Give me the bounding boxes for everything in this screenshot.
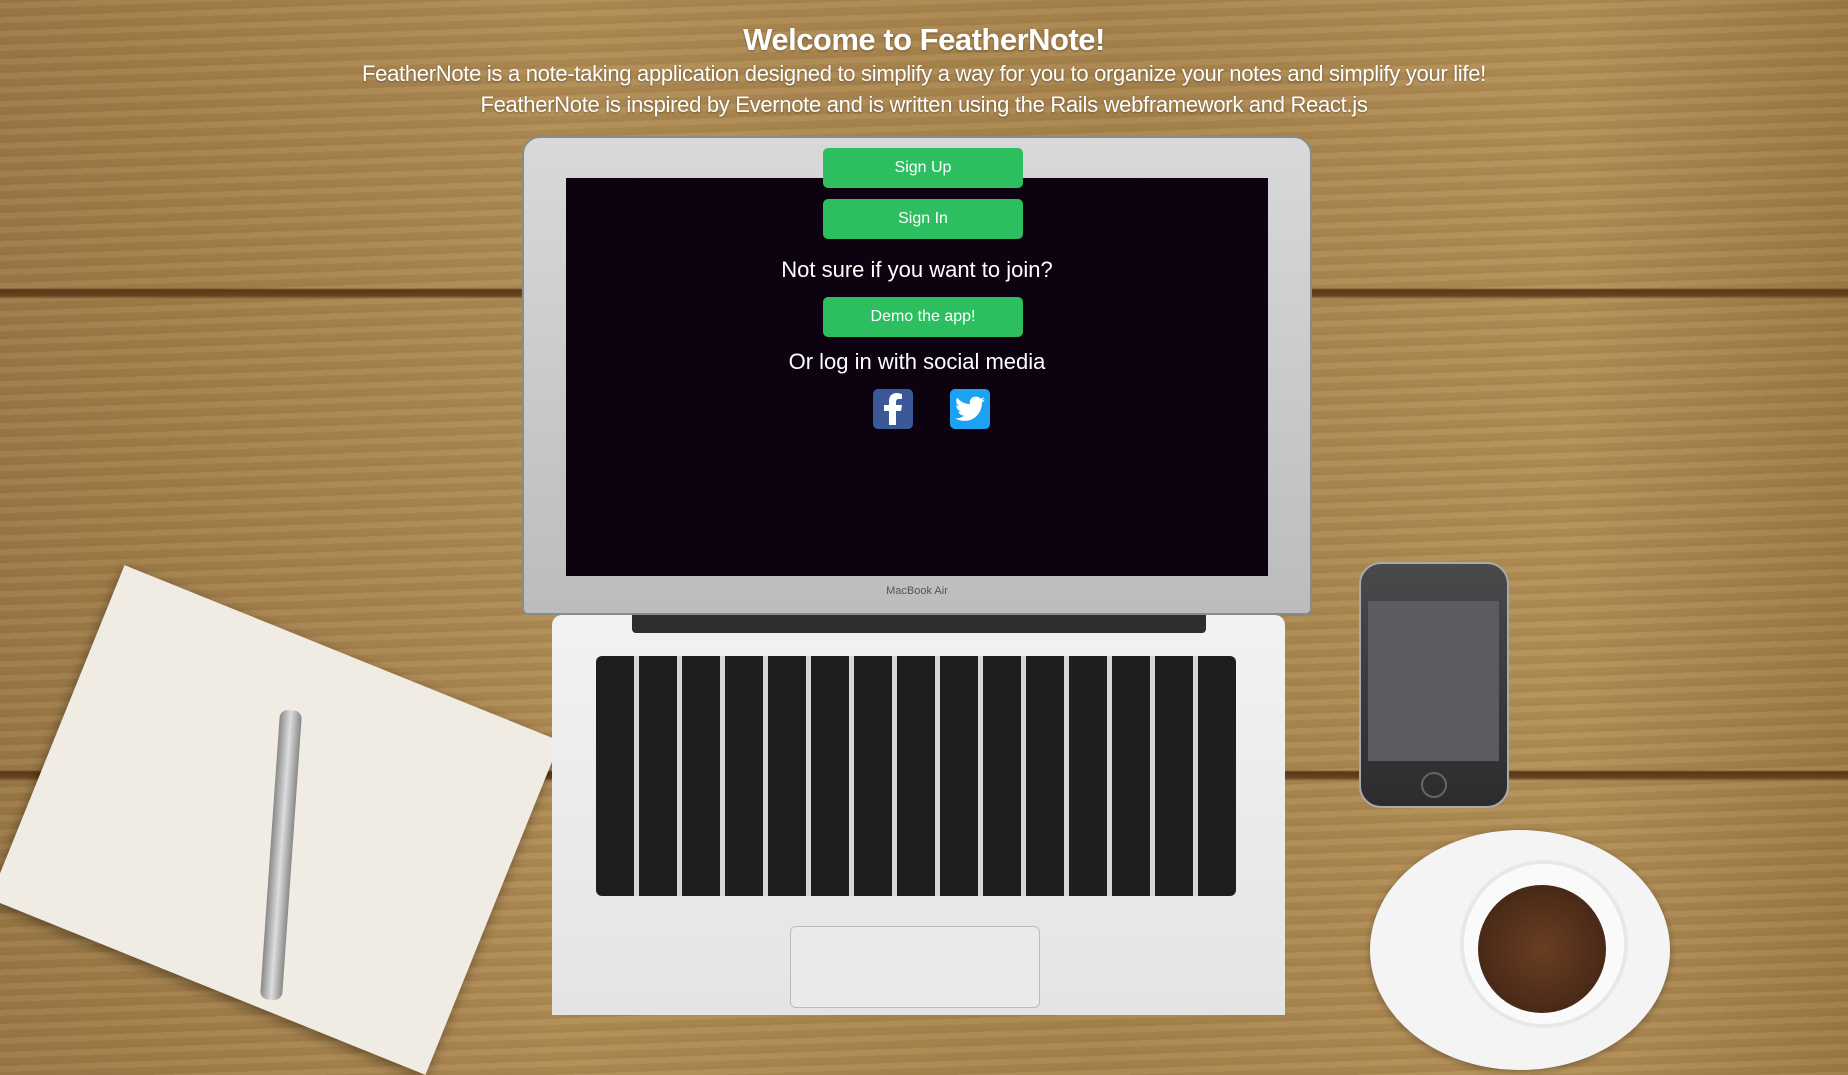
background-phone-home-button: [1421, 772, 1447, 798]
demo-button[interactable]: Demo the app!: [823, 297, 1023, 337]
subtitle-line-2: FeatherNote is inspired by Evernote and …: [480, 92, 1368, 117]
welcome-header: Welcome to FeatherNote! FeatherNote is a…: [0, 0, 1848, 120]
join-prompt: Not sure if you want to join?: [781, 257, 1053, 282]
social-prompt: Or log in with social media: [788, 349, 1046, 374]
laptop-trackpad: [790, 926, 1040, 1008]
twitter-login-button[interactable]: [950, 389, 990, 429]
page-title: Welcome to FeatherNote!: [743, 22, 1105, 57]
sign-in-button[interactable]: Sign In: [823, 199, 1023, 239]
laptop-keyboard: [596, 656, 1236, 896]
laptop-hinge: [632, 615, 1206, 633]
subtitle-line-1: FeatherNote is a note-taking application…: [362, 61, 1486, 86]
twitter-icon: [955, 396, 985, 421]
sign-up-button[interactable]: Sign Up: [823, 148, 1023, 188]
background-coffee: [1478, 885, 1606, 1013]
laptop-brand: MacBook Air: [886, 585, 948, 597]
facebook-login-button[interactable]: [873, 389, 913, 429]
facebook-icon: [884, 393, 902, 425]
background-phone-screen: [1368, 601, 1499, 761]
